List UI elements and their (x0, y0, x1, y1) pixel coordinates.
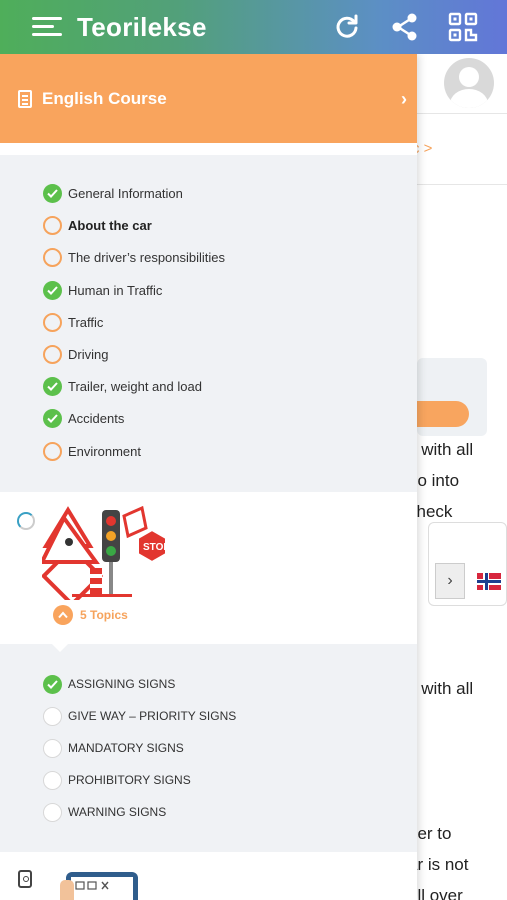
chapter-item[interactable]: General Information (43, 183, 183, 203)
app-title: Teorilekse (77, 11, 207, 42)
menu-icon[interactable] (32, 12, 68, 42)
topic-item[interactable]: MANDATORY SIGNS (43, 738, 184, 758)
topic-item[interactable]: GIVE WAY – PRIORITY SIGNS (43, 706, 236, 726)
user-avatar[interactable] (444, 58, 494, 108)
document-icon (18, 89, 32, 108)
course-title: English Course (42, 88, 167, 108)
chapter-item[interactable]: Human in Traffic (43, 280, 162, 300)
quiz-icon (18, 870, 32, 888)
language-widget[interactable]: › (428, 522, 507, 606)
check-icon (43, 408, 62, 428)
topics-toggle[interactable]: 5 Topics (53, 605, 128, 625)
chapter-label: The driver’s responsibilities (68, 249, 226, 265)
topic-card[interactable]: STOP 5 Topics (0, 492, 417, 652)
chapter-item[interactable]: About the car (43, 215, 152, 235)
incomplete-circle-icon (43, 247, 62, 267)
empty-circle-icon (43, 770, 62, 790)
progress-button[interactable] (417, 401, 469, 427)
svg-text:STOP: STOP (143, 542, 170, 553)
topics-count: 5 Topics (80, 608, 128, 622)
chapter-label: Environment (68, 443, 141, 459)
norway-flag-icon[interactable] (477, 573, 501, 590)
empty-circle-icon (43, 706, 62, 726)
chapter-label: Traffic (68, 314, 104, 330)
chapter-label: Accidents (68, 410, 125, 426)
topic-item[interactable]: PROHIBITORY SIGNS (43, 770, 191, 790)
chapter-item[interactable]: Traffic (43, 312, 103, 332)
divider (417, 184, 507, 185)
chapter-item[interactable]: Driving (43, 344, 108, 364)
chapter-label: Human in Traffic (68, 282, 163, 298)
topic-label: MANDATORY SIGNS (68, 741, 184, 755)
body-text: s with all (408, 679, 474, 698)
incomplete-circle-icon (43, 344, 62, 364)
chapter-label: General Information (68, 185, 183, 201)
empty-circle-icon (43, 802, 62, 822)
chapter-item[interactable]: The driver’s responsibilities (43, 247, 225, 267)
topic-label: WARNING SIGNS (68, 805, 167, 819)
topic-label: GIVE WAY – PRIORITY SIGNS (68, 709, 237, 723)
topic-label: PROHIBITORY SIGNS (68, 773, 191, 787)
body-text: y with all (408, 440, 474, 459)
check-icon (43, 376, 62, 396)
chapter-label: About the car (68, 217, 152, 233)
divider (417, 113, 507, 114)
qr-code-icon[interactable] (447, 11, 479, 43)
check-icon (43, 674, 62, 694)
topic-label: ASSIGNING SIGNS (68, 677, 176, 691)
chapter-label: Driving (68, 346, 109, 362)
topic-item[interactable]: ASSIGNING SIGNS (43, 674, 175, 694)
topic-item[interactable]: WARNING SIGNS (43, 802, 166, 822)
traffic-signs-image: STOP (42, 506, 170, 600)
chapter-item[interactable]: Environment (43, 441, 141, 461)
loading-icon (17, 512, 35, 530)
chapter-label: Trailer, weight and load (68, 378, 202, 394)
incomplete-circle-icon (43, 215, 62, 235)
next-card[interactable] (0, 852, 417, 900)
empty-circle-icon (43, 738, 62, 758)
chapter-item[interactable]: Trailer, weight and load (43, 376, 202, 396)
incomplete-circle-icon (43, 441, 62, 461)
chevron-right-icon[interactable]: › (391, 84, 417, 114)
incomplete-circle-icon (43, 312, 62, 332)
app-header: Teorilekse (0, 0, 507, 54)
navigation-drawer: English Course › General Information Abou… (0, 54, 417, 900)
quiz-thumbnail-image (60, 872, 138, 900)
chevron-up-icon (53, 605, 73, 625)
chapter-item[interactable]: Accidents (43, 408, 124, 428)
course-header[interactable]: English Course › (0, 54, 417, 151)
check-icon (43, 183, 62, 203)
body-text: ar is not (408, 855, 469, 874)
chevron-right-icon[interactable]: › (435, 563, 465, 599)
check-icon (43, 280, 62, 300)
refresh-icon[interactable] (331, 11, 363, 43)
share-icon[interactable] (389, 11, 421, 43)
